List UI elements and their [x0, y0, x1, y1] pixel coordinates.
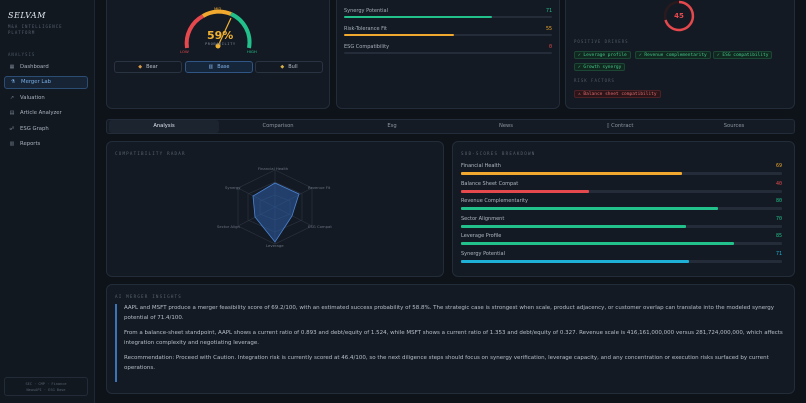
synergy-row: ESG Compatibility 0: [344, 44, 552, 54]
positive-drivers-label: POSITIVE DRIVERS: [574, 39, 629, 44]
sidebar-item-article-analyzer[interactable]: ▤ Article Analyzer: [4, 107, 88, 120]
score-ring-value: 45: [674, 12, 684, 20]
radar-title: COMPATIBILITY RADAR: [115, 151, 186, 156]
radar-label: Revenue Fit: [308, 185, 331, 190]
risk-chip: ⚠ Balance sheet compatibility: [574, 90, 661, 98]
tab-esg[interactable]: Esg: [337, 120, 447, 133]
tab-analysis[interactable]: Analysis: [109, 120, 219, 133]
sidebar-item-label: Reports: [20, 141, 41, 147]
gauge-tick-low: LOW: [180, 49, 189, 54]
sidebar-item-label: Article Analyzer: [20, 110, 62, 116]
insight-paragraph: From a balance-sheet standpoint, AAPL sh…: [124, 330, 783, 346]
chart-icon: ▥: [208, 64, 214, 70]
subscore-row: Revenue Complementarity 80: [461, 198, 782, 210]
radar-label: Sector Align: [217, 224, 240, 229]
subscore-row: Leverage Profile 85: [461, 233, 782, 245]
insights-title: AI MERGER INSIGHTS: [115, 294, 182, 299]
trend-icon: ↗: [9, 94, 15, 101]
footer-line: NewsAPI · ESG Base: [26, 388, 66, 392]
scenario-bear-button[interactable]: ◆ Bear: [114, 61, 182, 73]
tab-sources[interactable]: Sources: [679, 120, 789, 133]
flask-icon: ⚗: [10, 79, 16, 85]
sidebar-item-label: Merger Lab: [21, 79, 51, 85]
scenario-base-button[interactable]: ▥ Base: [185, 61, 253, 73]
subscore-row: Balance Sheet Compat 40: [461, 181, 782, 193]
subscore-row: Synergy Potential 71: [461, 251, 782, 263]
radar-area: [252, 182, 300, 243]
sidebar-item-label: Dashboard: [20, 63, 49, 70]
radar-label: Leverage: [266, 243, 284, 248]
driver-chip: ✓ Leverage profile: [574, 51, 631, 59]
breakdown-title: SUB-SCORES BREAKDOWN: [461, 151, 536, 156]
sidebar-item-merger-lab[interactable]: ⚗ Merger Lab: [4, 75, 88, 89]
sidebar-item-esg-graph[interactable]: ☍ ESG Graph: [4, 122, 88, 135]
insight-paragraph: AAPL and MSFT produce a merger feasibili…: [124, 305, 775, 321]
risk-factors-label: RISK FACTORS: [574, 78, 615, 83]
bear-icon: ◆: [138, 64, 143, 70]
synergy-row: Synergy Potential 71: [344, 8, 552, 18]
subscore-row: Sector Alignment 70: [461, 216, 782, 228]
brand-logo: SELVAM: [8, 11, 46, 20]
sidebar-item-reports[interactable]: ▥ Reports: [4, 138, 88, 151]
doc-icon: ▤: [9, 110, 15, 116]
driver-chip: ✓ Growth synergy: [574, 63, 626, 71]
nav-section-label: ANALYSIS: [8, 52, 36, 57]
radar-label: ESG Compat: [308, 224, 332, 229]
sidebar-item-valuation[interactable]: ↗ Valuation: [4, 91, 88, 104]
gauge-tick-mid: MID: [214, 6, 222, 11]
scenario-bull-button[interactable]: ◆ Bull: [255, 61, 323, 73]
subscore-row: Financial Health 69: [461, 163, 782, 175]
insights-body: AAPL and MSFT produce a merger feasibili…: [115, 304, 785, 382]
sidebar: SELVAM M&A INTELLIGENCE PLATFORM ANALYSI…: [0, 0, 95, 403]
graph-icon: ☍: [9, 125, 15, 132]
grid-icon: ▦: [9, 63, 15, 70]
gauge-tick-high: HIGH: [247, 49, 257, 54]
sidebar-item-label: Valuation: [20, 94, 45, 101]
data-sources-footer: SEC · CMP · Finance NewsAPI · ESG Base: [4, 377, 88, 396]
synergy-row: Risk-Tolerance Fit 55: [344, 26, 552, 36]
sidebar-item-label: ESG Graph: [20, 125, 49, 132]
bull-icon: ◆: [280, 64, 285, 70]
analysis-tabs: Analysis Comparison Esg News ▯ Contract …: [106, 119, 795, 134]
tab-comparison[interactable]: Comparison: [223, 120, 333, 133]
radar-label: Financial Health: [258, 166, 289, 171]
report-icon: ▥: [9, 141, 15, 147]
probability-label: PROBABILITY: [205, 41, 236, 46]
tab-contract[interactable]: ▯ Contract: [565, 120, 675, 133]
brand-subtitle: M&A INTELLIGENCE PLATFORM: [8, 24, 63, 35]
tab-news[interactable]: News: [451, 120, 561, 133]
sidebar-item-dashboard[interactable]: ▦ Dashboard: [4, 60, 88, 73]
driver-chip: ✓ Revenue complementarity: [635, 51, 711, 59]
driver-chip: ✓ ESG compatibility: [713, 51, 773, 59]
radar-label: Synergy: [225, 185, 241, 190]
sidebar-nav: ▦ Dashboard ⚗ Merger Lab ↗ Valuation ▤ A…: [4, 60, 88, 153]
insight-paragraph: Recommendation: Proceed with Caution. In…: [124, 355, 769, 371]
compatibility-radar-chart: [237, 169, 313, 245]
